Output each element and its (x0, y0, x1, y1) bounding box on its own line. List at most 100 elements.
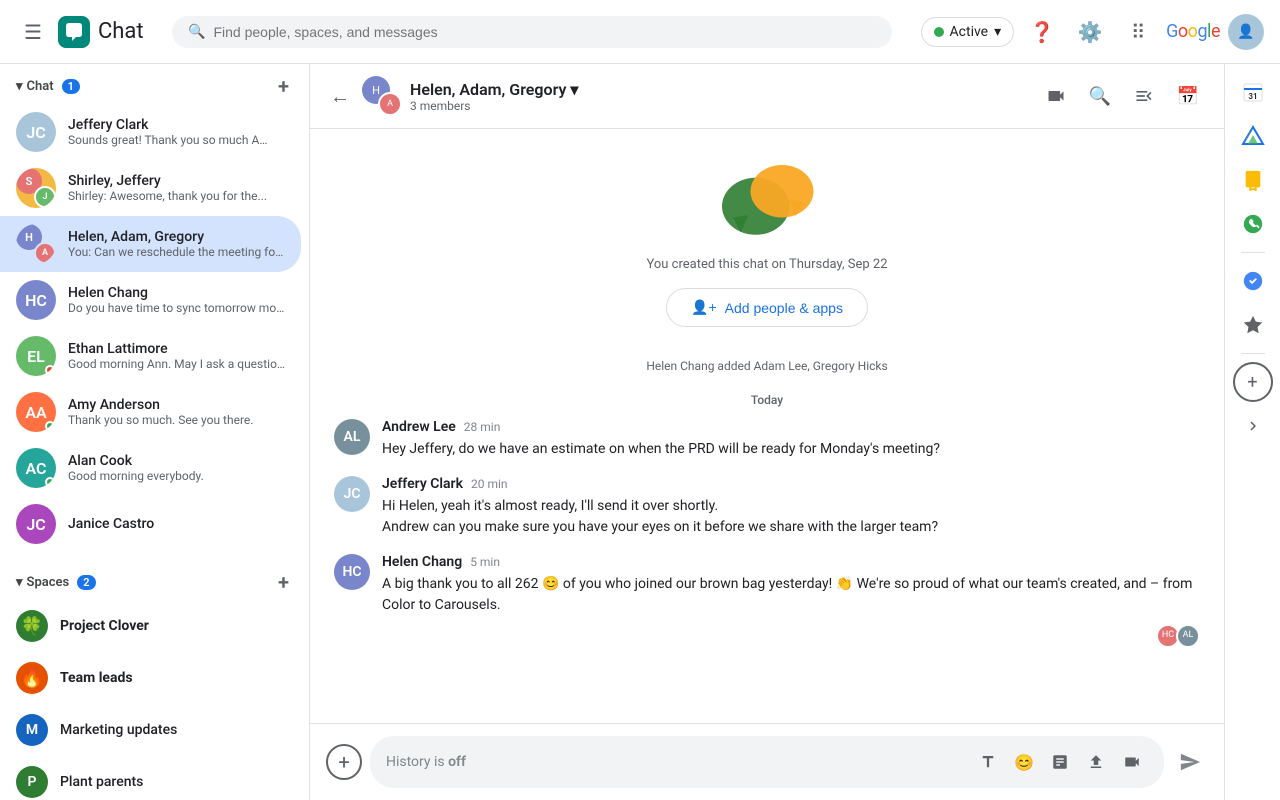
chat-item-helen-group[interactable]: H A Helen, Adam, Gregory You: Can we res… (0, 216, 301, 272)
star-button[interactable] (1233, 305, 1273, 345)
svg-text:31: 31 (1248, 92, 1257, 101)
apps-button[interactable]: ⠿ (1118, 12, 1158, 52)
chat-preview: Good morning everybody. (68, 469, 285, 483)
message-time: 5 min (470, 555, 500, 569)
chat-name: Helen, Adam, Gregory (68, 229, 285, 245)
add-content-button[interactable]: + (326, 744, 362, 780)
chat-name: Helen Chang (68, 285, 285, 301)
right-divider-2 (1241, 353, 1265, 354)
sender-name: Jeffery Clark (382, 476, 463, 492)
help-button[interactable]: ❓ (1022, 12, 1062, 52)
message-text: A big thank you to all 262 😊 of you who … (382, 574, 1200, 648)
chat-item-ethan[interactable]: EL Ethan Lattimore Good morning Ann. May… (0, 328, 301, 384)
status-dot-icon (934, 27, 944, 37)
calendar-button[interactable]: 📅 (1168, 76, 1208, 116)
add-more-apps-button[interactable]: + (1233, 362, 1273, 402)
chat-item-janice[interactable]: JC Janice Castro (0, 496, 301, 552)
video-call-button[interactable] (1036, 76, 1076, 116)
space-icon: P (16, 766, 48, 798)
avatar: AC (16, 448, 56, 488)
message-header: Andrew Lee 28 min (382, 419, 1200, 435)
search-input[interactable] (213, 24, 876, 40)
google-drive-button[interactable] (1233, 116, 1273, 156)
chat-name: Ethan Lattimore (68, 341, 285, 357)
spaces-label: Spaces (27, 575, 70, 590)
google-calendar-button[interactable]: 31 (1233, 72, 1273, 112)
add-people-button[interactable]: 👤+ Add people & apps (666, 288, 868, 327)
history-status-text: History is off (386, 754, 466, 770)
sidebar-toggle-button[interactable] (1124, 76, 1164, 116)
space-item-team-leads[interactable]: 🔥 Team leads (0, 652, 301, 704)
message-row: AL Andrew Lee 28 min Hey Jeffery, do we … (334, 419, 1200, 460)
video-message-button[interactable] (1116, 746, 1148, 778)
dropdown-icon[interactable]: ▾ (570, 80, 578, 99)
chat-info: Alan Cook Good morning everybody. (68, 453, 285, 483)
chat-info: Janice Castro (68, 516, 285, 532)
status-dot-icon (45, 421, 55, 431)
space-icon: 🔥 (16, 662, 48, 694)
back-button[interactable]: ← (326, 80, 354, 113)
search-icon: 🔍 (188, 24, 205, 40)
send-button[interactable] (1172, 744, 1208, 780)
message-content: Jeffery Clark 20 min Hi Helen, yeah it's… (382, 476, 1200, 538)
sender-avatar: AL (334, 419, 370, 455)
message-text: Hi Helen, yeah it's almost ready, I'll s… (382, 496, 1200, 538)
space-icon: 🍀 (16, 610, 48, 642)
add-people-label: Add people & apps (725, 300, 843, 316)
space-item-marketing[interactable]: M Marketing updates (0, 704, 301, 756)
emoji-button[interactable]: 😊 (1008, 746, 1040, 778)
space-icon: M (16, 714, 48, 746)
content-area: ▾ Chat 1 + JC Jeffery Clark Sounds great… (0, 64, 1280, 800)
avatar: JC (16, 504, 56, 544)
chat-info: Ethan Lattimore Good morning Ann. May I … (68, 341, 285, 371)
top-bar: ☰ Chat 🔍 Active ▾ ❓ ⚙️ ⠿ Google (0, 0, 1280, 64)
chat-info: Helen, Adam, Gregory You: Can we resched… (68, 229, 285, 259)
expand-right-button[interactable] (1233, 406, 1273, 446)
status-button[interactable]: Active ▾ (921, 17, 1015, 47)
space-item-plant[interactable]: P Plant parents (0, 756, 301, 800)
sidebar: ▾ Chat 1 + JC Jeffery Clark Sounds great… (0, 64, 310, 800)
chat-item-helen-chang[interactable]: HC Helen Chang Do you have time to sync … (0, 272, 301, 328)
google-voice-button[interactable] (1233, 204, 1273, 244)
user-avatar[interactable]: 👤 (1228, 14, 1264, 50)
chat-created-info: You created this chat on Thursday, Sep 2… (334, 145, 1200, 327)
message-content: Helen Chang 5 min A big thank you to all… (382, 554, 1200, 648)
chat-name: Janice Castro (68, 516, 285, 532)
chat-section-header: ▾ Chat 1 + (0, 64, 309, 104)
top-search-bar[interactable]: 🔍 (172, 16, 892, 48)
sender-name: Helen Chang (382, 554, 462, 570)
chat-item-alan[interactable]: AC Alan Cook Good morning everybody. (0, 440, 301, 496)
message-input-box[interactable]: History is off 😊 (370, 736, 1164, 788)
upload-button[interactable] (1080, 746, 1112, 778)
hamburger-menu[interactable]: ☰ (16, 12, 50, 52)
chat-preview: Do you have time to sync tomorrow mori..… (68, 301, 285, 315)
chat-name: Amy Anderson (68, 397, 285, 413)
chat-info: Amy Anderson Thank you so much. See you … (68, 397, 285, 427)
space-name: Team leads (60, 670, 133, 686)
chat-logo-icon (58, 16, 90, 48)
chat-created-text: You created this chat on Thursday, Sep 2… (646, 257, 887, 272)
tasks-button[interactable] (1233, 261, 1273, 301)
chat-item-amy[interactable]: AA Amy Anderson Thank you so much. See y… (0, 384, 301, 440)
search-in-chat-button[interactable]: 🔍 (1080, 76, 1120, 116)
new-space-button[interactable]: + (274, 568, 293, 596)
settings-button[interactable]: ⚙️ (1070, 12, 1110, 52)
apps-in-message-button[interactable] (1044, 746, 1076, 778)
new-chat-button[interactable]: + (274, 72, 293, 100)
google-keep-button[interactable] (1233, 160, 1273, 200)
chat-name: Jeffery Clark (68, 117, 268, 133)
sender-avatar: HC (334, 554, 370, 590)
text-format-button[interactable] (972, 746, 1004, 778)
chat-item-shirley[interactable]: S J Shirley, Jeffery Shirley: Awesome, t… (0, 160, 301, 216)
today-divider: Today (334, 393, 1200, 407)
spaces-toggle[interactable]: ▾ Spaces 2 (16, 575, 96, 590)
chat-item-jeffery[interactable]: JC Jeffery Clark Sounds great! Thank you… (0, 104, 301, 160)
spaces-toggle-icon: ▾ (16, 575, 23, 590)
avatar: EL (16, 336, 56, 376)
messages-area: You created this chat on Thursday, Sep 2… (310, 129, 1224, 723)
space-item-project-clover[interactable]: 🍀 Project Clover (0, 600, 301, 652)
chat-info: Helen Chang Do you have time to sync tom… (68, 285, 285, 315)
chat-preview: Thank you so much. See you there. (68, 413, 285, 427)
chat-toggle[interactable]: ▾ Chat 1 (16, 79, 80, 94)
space-name: Marketing updates (60, 722, 177, 738)
